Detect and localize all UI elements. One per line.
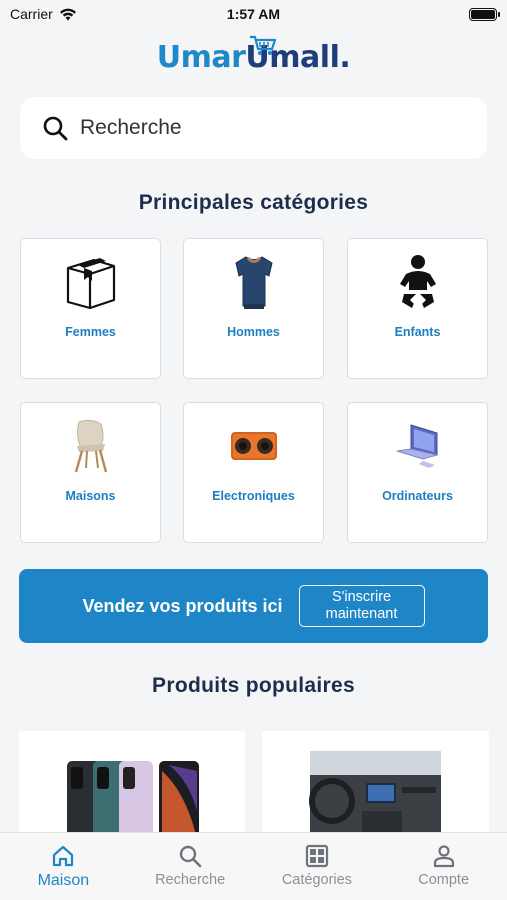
nav-label: Maison (37, 872, 90, 889)
search-bar[interactable] (20, 97, 487, 159)
register-button-line2: maintenant (325, 606, 398, 622)
user-icon (433, 845, 454, 868)
nav-item-maison[interactable]: Maison (0, 833, 127, 900)
category-card-ordinateurs[interactable]: Ordinateurs (347, 402, 488, 543)
chair-icon (74, 419, 107, 473)
cart-icon (250, 35, 277, 55)
baby-icon (399, 255, 436, 308)
carrier-label: Carrier (10, 6, 53, 22)
status-bar: Carrier 1:57 AM (0, 0, 507, 28)
category-label: Hommes (227, 325, 280, 339)
bottom-nav: Maison Recherche Catégories Compte (0, 832, 507, 900)
category-label: Enfants (394, 325, 441, 339)
laptop-icon (396, 424, 437, 468)
product-image-phones (67, 761, 199, 841)
banner-text: Vendez vos produits ici (82, 595, 283, 616)
app-logo: UmarUmall. (0, 35, 507, 75)
tshirt-icon (234, 256, 273, 309)
nav-label: Compte (418, 872, 470, 888)
box-icon (66, 258, 115, 310)
category-card-enfants[interactable]: Enfants (347, 238, 488, 379)
register-now-button[interactable]: S'inscrire maintenant (298, 585, 425, 627)
logo-text-part1: Umar (156, 40, 246, 75)
nav-label: Recherche (155, 872, 226, 888)
grid-icon (305, 844, 328, 868)
product-image-car-interior (309, 751, 441, 841)
home-icon (53, 845, 74, 867)
category-label: Ordinateurs (382, 489, 453, 503)
categories-title: Principales catégories (138, 191, 369, 214)
category-card-maisons[interactable]: Maisons (20, 402, 161, 543)
category-card-hommes[interactable]: Hommes (183, 238, 324, 379)
search-icon (179, 845, 202, 868)
wifi-icon (59, 8, 76, 20)
search-icon (43, 116, 68, 141)
product-card[interactable] (262, 731, 489, 841)
nav-item-recherche[interactable]: Recherche (127, 833, 254, 900)
product-card[interactable] (19, 731, 245, 841)
category-card-femmes[interactable]: Femmes (20, 238, 161, 379)
speaker-icon (230, 432, 277, 460)
register-button-line1: S'inscrire (331, 589, 392, 605)
nav-label: Catégories (281, 872, 352, 888)
category-label: Femmes (65, 325, 116, 339)
category-card-electroniques[interactable]: Electroniques (183, 402, 324, 543)
category-label: Maisons (65, 489, 116, 503)
search-input[interactable] (80, 116, 440, 140)
status-left: Carrier (10, 6, 77, 22)
seller-banner: Vendez vos produits ici S'inscrire maint… (19, 569, 488, 643)
nav-item-categories[interactable]: Catégories (254, 833, 381, 900)
popular-products-title: Produits populaires (152, 674, 355, 697)
category-label: Electroniques (212, 489, 295, 503)
battery-icon (469, 7, 500, 21)
categories-grid: Femmes Hommes Enfants Maisons Electroniq… (20, 238, 488, 544)
nav-item-compte[interactable]: Compte (380, 833, 507, 900)
